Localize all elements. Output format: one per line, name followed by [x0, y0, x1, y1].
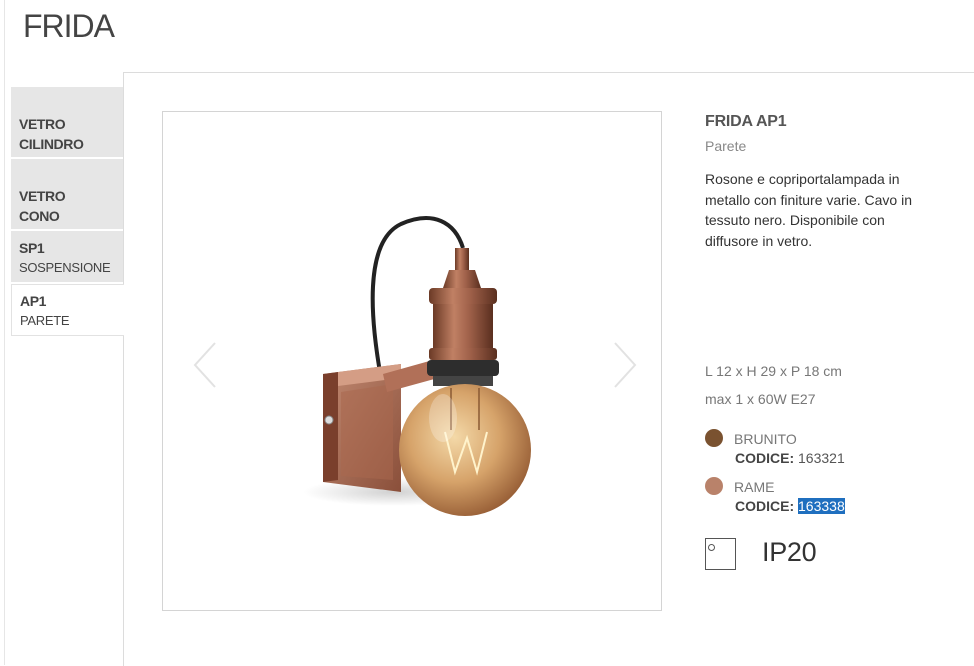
- tab-label-line2: CONO: [19, 208, 60, 224]
- tab-vetro-cono[interactable]: VETRO CONO: [11, 159, 123, 231]
- chevron-left-icon: [193, 342, 216, 388]
- code-label: CODICE:: [735, 498, 795, 514]
- code-value-selected[interactable]: 163338: [798, 498, 845, 514]
- tab-ap1-parete[interactable]: AP1 PARETE: [11, 284, 124, 336]
- product-dimensions: L 12 x H 29 x P 18 cm: [705, 363, 842, 379]
- product-code: CODICE: 163321: [735, 450, 845, 466]
- tab-label-code: AP1: [20, 293, 47, 309]
- ip-rating-icon: [705, 538, 736, 570]
- finish-name: RAME: [734, 479, 775, 495]
- tab-label-line1: VETRO: [19, 116, 66, 132]
- gallery-prev-button[interactable]: [191, 340, 221, 390]
- code-value: 163321: [798, 450, 845, 466]
- product-image-gallery: [162, 111, 662, 611]
- ip-dot-icon: [708, 544, 715, 551]
- tab-vetro-cilindro[interactable]: VETRO CILINDRO: [11, 87, 123, 159]
- product-photo: [303, 216, 531, 516]
- tab-label-type: SOSPENSIONE: [19, 260, 111, 275]
- chevron-right-icon: [614, 342, 637, 388]
- product-code: CODICE: 163338: [735, 498, 845, 514]
- product-category: Parete: [705, 138, 747, 154]
- page-title: FRIDA: [23, 8, 115, 44]
- color-swatch[interactable]: [705, 429, 723, 447]
- ip-rating: IP20: [762, 537, 817, 567]
- product-description: Rosone e copriportalampada in metallo co…: [705, 171, 912, 249]
- tab-label-line2: CILINDRO: [19, 136, 84, 152]
- color-swatch[interactable]: [705, 477, 723, 495]
- gallery-next-button[interactable]: [609, 340, 639, 390]
- code-label: CODICE:: [735, 450, 795, 466]
- variant-tabs: VETRO CILINDRO VETRO CONO SP1 SOSPENSION…: [11, 87, 124, 336]
- finish-name: BRUNITO: [734, 431, 797, 447]
- product-power: max 1 x 60W E27: [705, 391, 816, 407]
- tab-label-code: SP1: [19, 240, 45, 256]
- tab-sp1-sospensione[interactable]: SP1 SOSPENSIONE: [11, 231, 123, 284]
- tab-label-line1: VETRO: [19, 188, 66, 204]
- product-name: FRIDA AP1: [705, 113, 787, 130]
- tab-label-type: PARETE: [20, 313, 70, 328]
- page-left-border: [4, 0, 5, 665]
